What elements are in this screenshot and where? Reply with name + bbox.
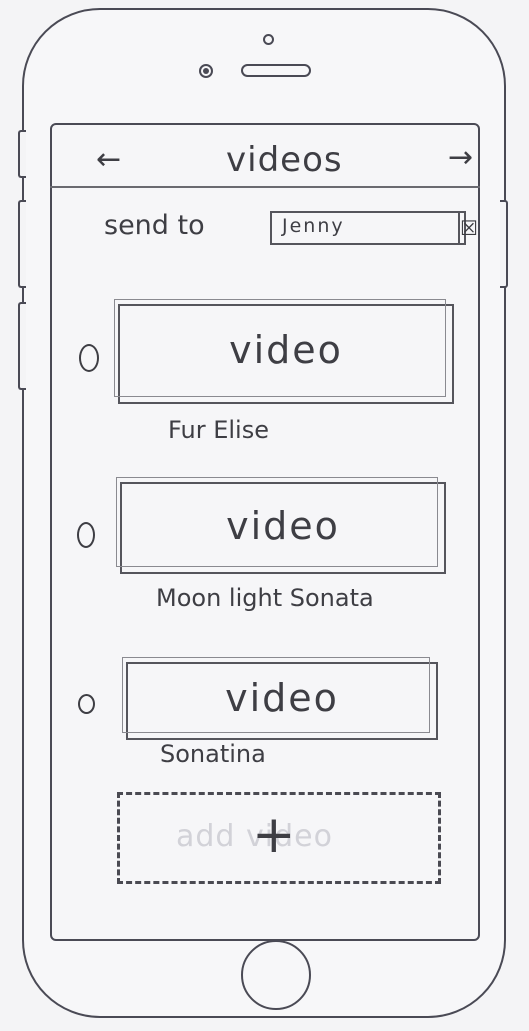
front-camera (263, 34, 274, 45)
send-to-label: send to (104, 210, 205, 241)
video-thumbnail-2[interactable]: video (116, 477, 446, 574)
mute-switch (18, 130, 26, 178)
recipient-dropdown[interactable]: Jenny ☒ (270, 211, 478, 245)
home-button[interactable] (241, 940, 311, 1010)
add-video-button[interactable]: add video + (117, 792, 441, 884)
back-arrow-icon[interactable]: ← (96, 142, 121, 177)
video-thumbnail-1[interactable]: video (114, 299, 454, 404)
recipient-value: Jenny (282, 215, 345, 237)
video-placeholder-label: video (229, 328, 343, 372)
video-title-2: Moon light Sonata (156, 584, 374, 612)
plus-icon: + (252, 805, 296, 865)
page-title: videos (226, 140, 343, 180)
volume-up-button (18, 200, 26, 288)
earpiece-speaker (241, 64, 311, 77)
power-button (500, 200, 508, 288)
video-thumbnail-3[interactable]: video (122, 657, 438, 740)
video-title-3: Sonatina (160, 740, 266, 768)
video-placeholder-label: video (226, 504, 340, 548)
video-select-radio-2[interactable] (77, 522, 95, 548)
video-select-radio-1[interactable] (79, 344, 99, 372)
video-title-1: Fur Elise (168, 416, 269, 444)
dropdown-toggle-icon[interactable]: ☒ (460, 215, 478, 241)
video-select-radio-3[interactable] (78, 694, 95, 714)
proximity-sensor (199, 64, 213, 78)
header-divider (50, 186, 480, 188)
volume-down-button (18, 302, 26, 390)
video-placeholder-label: video (225, 676, 339, 720)
forward-arrow-icon[interactable]: → (448, 140, 473, 175)
